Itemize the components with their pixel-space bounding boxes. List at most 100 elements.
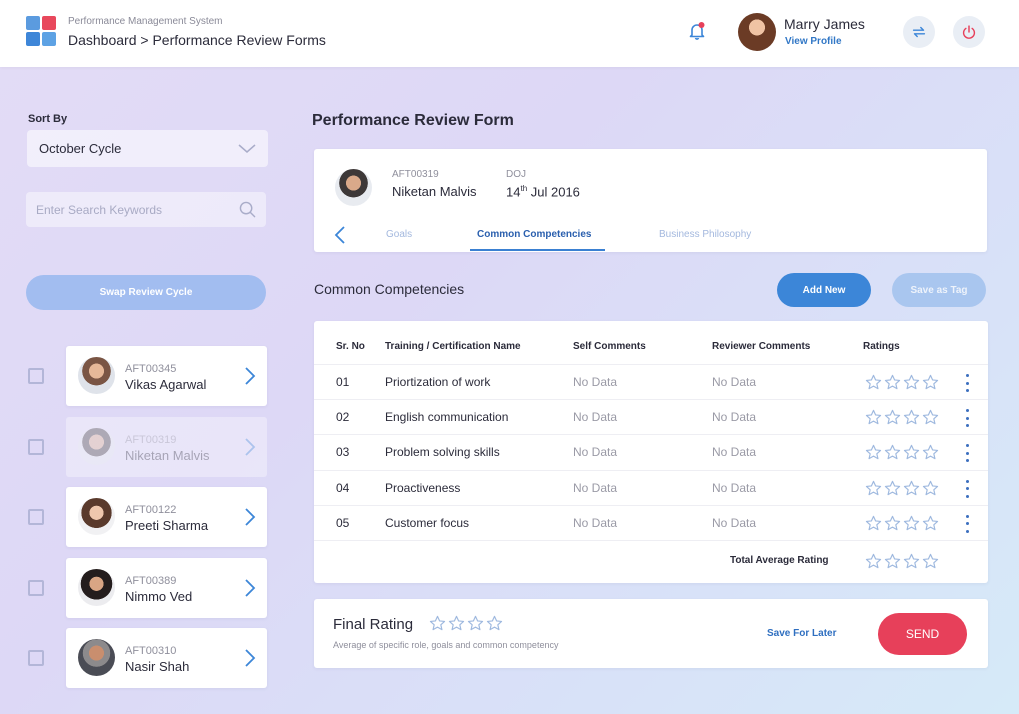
view-profile-link[interactable]: View Profile <box>785 36 842 47</box>
row-rating-stars[interactable] <box>865 515 939 532</box>
employee-card[interactable]: AFT00122 Preeti Sharma <box>66 487 267 547</box>
employee-card-id: AFT00389 <box>125 574 177 587</box>
tab-common-competencies[interactable]: Common Competencies <box>477 229 591 240</box>
cell-reviewer-comments: No Data <box>712 375 757 389</box>
breadcrumb[interactable]: Dashboard > Performance Review Forms <box>68 32 326 48</box>
user-avatar[interactable] <box>738 13 776 51</box>
employee-name: Niketan Malvis <box>392 184 477 199</box>
header-ratings: Ratings <box>863 341 900 352</box>
star-icon[interactable] <box>467 615 484 632</box>
star-icon[interactable] <box>903 409 920 426</box>
star-icon[interactable] <box>922 553 939 570</box>
employee-checkbox[interactable] <box>28 509 44 525</box>
employee-checkbox[interactable] <box>28 579 44 596</box>
star-icon[interactable] <box>903 553 920 570</box>
back-arrow-icon[interactable] <box>334 226 346 244</box>
employee-card[interactable]: AFT00319 Niketan Malvis <box>66 416 267 477</box>
employee-card-id: AFT00319 <box>125 433 177 446</box>
app-logo <box>26 16 58 48</box>
chevron-right-icon[interactable] <box>243 437 257 457</box>
employee-card[interactable]: AFT00345 Vikas Agarwal <box>66 346 267 406</box>
star-icon[interactable] <box>448 615 465 632</box>
star-icon[interactable] <box>884 444 901 461</box>
bell-icon[interactable] <box>686 20 708 42</box>
search-input[interactable] <box>36 202 226 217</box>
row-rating-stars[interactable] <box>865 480 939 497</box>
table-row[interactable]: 04 Proactiveness No Data No Data <box>314 469 988 505</box>
star-icon[interactable] <box>903 374 920 391</box>
sort-select[interactable]: October Cycle <box>27 130 268 167</box>
star-icon[interactable] <box>903 480 920 497</box>
employee-checkbox[interactable] <box>28 438 44 455</box>
employee-checkbox[interactable] <box>28 650 44 666</box>
star-icon[interactable] <box>865 553 882 570</box>
employee-card-name: Preeti Sharma <box>125 518 209 533</box>
star-icon[interactable] <box>922 409 939 426</box>
star-icon[interactable] <box>903 515 920 532</box>
more-options-icon[interactable] <box>964 444 970 463</box>
chevron-right-icon[interactable] <box>243 507 257 527</box>
employee-card[interactable]: AFT00310 Nasir Shah <box>66 628 267 688</box>
star-icon[interactable] <box>884 409 901 426</box>
chevron-right-icon[interactable] <box>243 648 257 668</box>
star-icon[interactable] <box>922 515 939 532</box>
star-icon[interactable] <box>884 374 901 391</box>
refresh-button[interactable] <box>903 16 935 48</box>
star-icon[interactable] <box>884 480 901 497</box>
employee-card[interactable]: AFT00389 Nimmo Ved <box>66 557 267 618</box>
cell-self-comments: No Data <box>573 480 618 495</box>
star-icon[interactable] <box>429 615 446 632</box>
tab-business-philosophy[interactable]: Business Philosophy <box>659 229 751 240</box>
send-button[interactable]: SEND <box>878 613 967 655</box>
final-rating-stars[interactable] <box>429 615 503 632</box>
cell-sr-no: 05 <box>336 515 350 530</box>
chevron-right-icon[interactable] <box>243 366 257 386</box>
star-icon[interactable] <box>865 409 882 426</box>
more-options-icon[interactable] <box>964 374 970 392</box>
more-options-icon[interactable] <box>964 409 970 428</box>
star-icon[interactable] <box>865 480 882 497</box>
table-row[interactable]: 03 Problem solving skills No Data No Data <box>314 434 988 469</box>
table-row[interactable]: 05 Customer focus No Data No Data <box>314 504 988 540</box>
more-options-icon[interactable] <box>964 514 970 533</box>
search-icon[interactable] <box>239 201 256 218</box>
employee-avatar <box>78 427 115 465</box>
top-header: Performance Management System Dashboard … <box>0 0 1019 67</box>
final-rating-card: Final Rating Average of specific role, g… <box>314 599 988 668</box>
search-box[interactable] <box>26 192 266 227</box>
employee-checkbox[interactable] <box>28 368 44 384</box>
save-for-later-link[interactable]: Save For Later <box>767 628 836 639</box>
employee-card-name: Nimmo Ved <box>125 588 193 604</box>
table-row[interactable]: 01 Priortization of work No Data No Data <box>314 364 988 399</box>
star-icon[interactable] <box>865 444 882 461</box>
employee-row: AFT00319 Niketan Malvis <box>0 416 300 477</box>
row-rating-stars[interactable] <box>865 444 939 461</box>
chevron-right-icon[interactable] <box>243 578 257 598</box>
row-rating-stars[interactable] <box>865 409 939 426</box>
more-options-icon[interactable] <box>964 479 970 498</box>
star-icon[interactable] <box>884 553 901 570</box>
employee-row: AFT00122 Preeti Sharma <box>0 487 300 547</box>
star-icon[interactable] <box>922 374 939 391</box>
star-icon[interactable] <box>486 615 503 632</box>
star-icon[interactable] <box>922 444 939 461</box>
star-icon[interactable] <box>922 480 939 497</box>
table-row[interactable]: 02 English communication No Data No Data <box>314 399 988 434</box>
star-icon[interactable] <box>865 374 882 391</box>
cell-self-comments: No Data <box>573 410 618 425</box>
doj-value: 14th Jul 2016 <box>506 184 580 200</box>
star-icon[interactable] <box>884 515 901 532</box>
tab-goals[interactable]: Goals <box>386 229 412 240</box>
swap-review-cycle-button[interactable]: Swap Review Cycle <box>26 275 266 310</box>
add-new-button[interactable]: Add New <box>777 273 871 307</box>
total-average-rating-label: Total Average Rating <box>730 555 829 566</box>
employee-card-name: Vikas Agarwal <box>125 377 207 392</box>
sort-select-value: October Cycle <box>39 141 122 156</box>
save-as-tag-button[interactable]: Save as Tag <box>892 273 986 307</box>
logout-button[interactable] <box>953 16 985 48</box>
star-icon[interactable] <box>865 515 882 532</box>
row-rating-stars[interactable] <box>865 374 939 391</box>
star-icon[interactable] <box>903 444 920 461</box>
final-rating-subtitle: Average of specific role, goals and comm… <box>333 640 559 650</box>
table-divider <box>314 540 988 541</box>
